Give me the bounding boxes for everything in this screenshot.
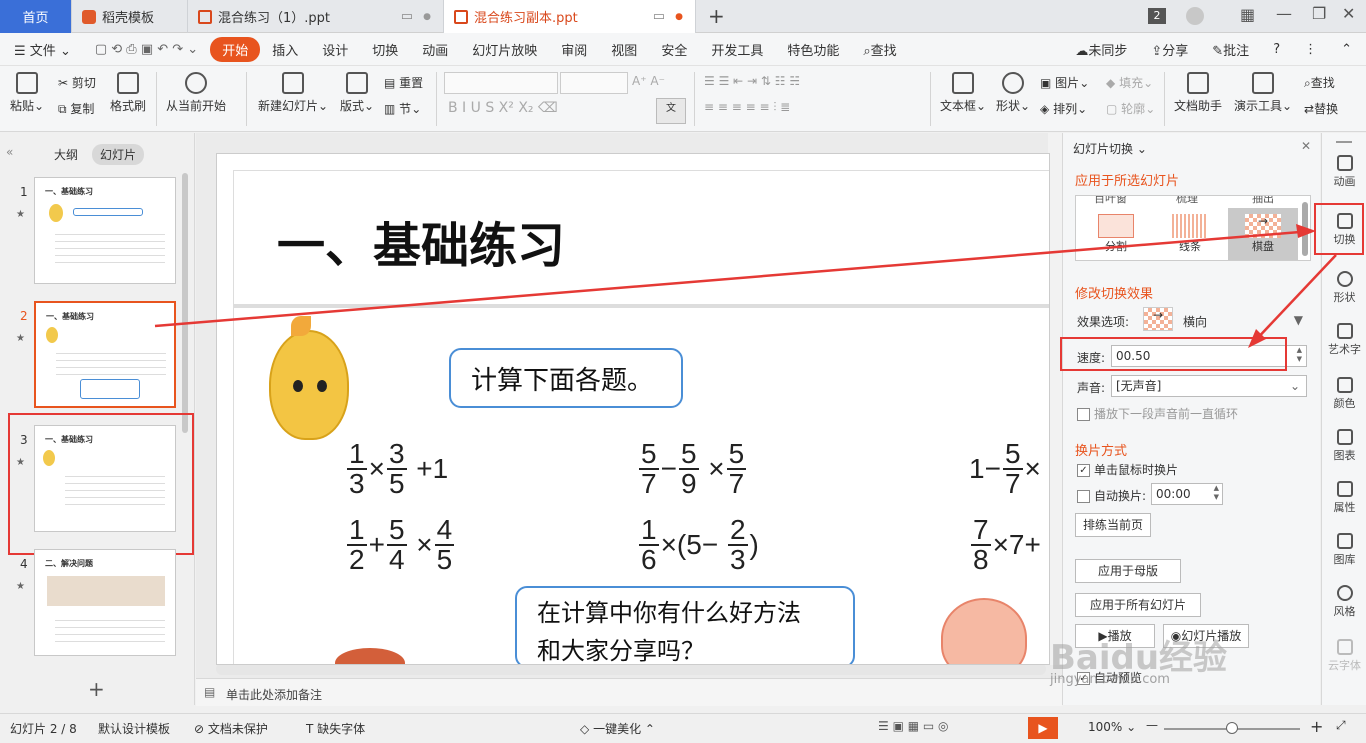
arrow-line-1 (154, 229, 1313, 328)
arrow-line-2 (1251, 254, 1337, 345)
watermark-url: jingyan.baidu.com (1050, 672, 1170, 687)
arrow-head-1 (1296, 224, 1316, 238)
